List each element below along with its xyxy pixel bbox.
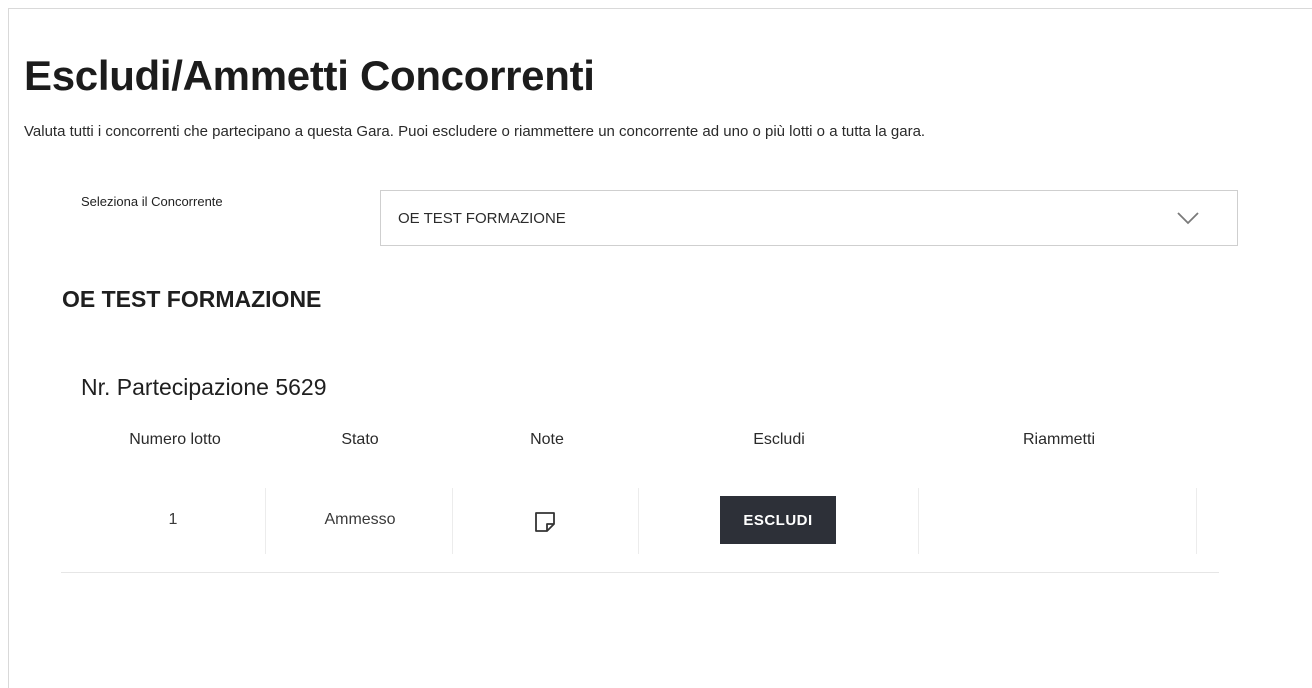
- cell-numero-lotto: 1: [168, 511, 178, 528]
- chevron-down-icon: [1177, 212, 1199, 225]
- column-header-numero-lotto: Numero lotto: [129, 431, 221, 448]
- column-header-escludi: Escludi: [753, 431, 805, 448]
- competitor-select-value: OE TEST FORMAZIONE: [398, 210, 566, 227]
- column-divider: [918, 488, 919, 554]
- column-divider: [452, 488, 453, 554]
- page-title: Escludi/Ammetti Concorrenti: [24, 52, 595, 99]
- column-header-note: Note: [530, 431, 564, 448]
- column-header-riammetti: Riammetti: [1022, 431, 1095, 448]
- competitor-select-label: Seleziona il Concorrente: [81, 194, 223, 209]
- escludi-button[interactable]: ESCLUDI: [720, 496, 836, 544]
- page-description: Valuta tutti i concorrenti che partecipa…: [24, 123, 926, 140]
- content-frame: [8, 8, 1312, 688]
- row-divider: [61, 572, 1219, 573]
- competitor-name: OE TEST FORMAZIONE: [62, 286, 322, 312]
- competitor-select[interactable]: OE TEST FORMAZIONE: [380, 190, 1238, 246]
- note-icon[interactable]: [533, 510, 557, 534]
- column-divider: [1196, 488, 1197, 554]
- column-header-stato: Stato: [341, 431, 379, 448]
- column-divider: [638, 488, 639, 554]
- cell-stato: Ammesso: [324, 511, 396, 528]
- column-divider: [265, 488, 266, 554]
- participation-title: Nr. Partecipazione 5629: [81, 374, 327, 400]
